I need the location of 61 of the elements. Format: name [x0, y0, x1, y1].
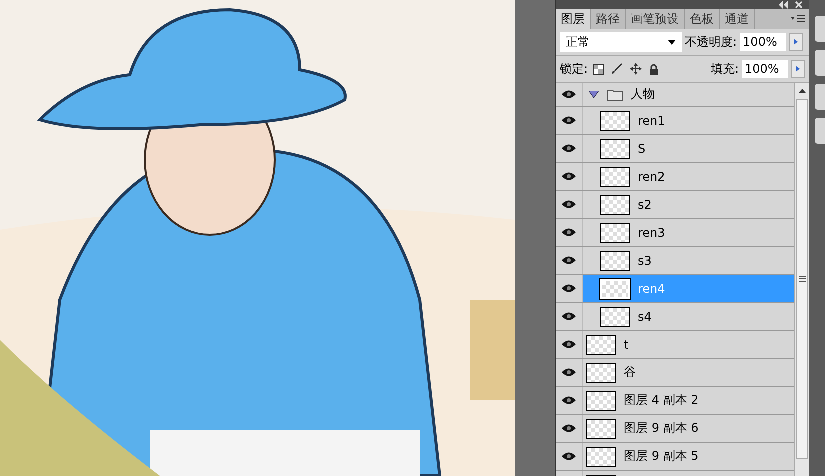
fill-slider-button[interactable]	[791, 60, 805, 78]
arrow-icon	[796, 66, 800, 72]
caret-icon	[668, 40, 676, 44]
layer-row[interactable]: s3	[583, 247, 794, 274]
eye-icon[interactable]	[562, 312, 576, 321]
panel-tab[interactable]: 图层	[556, 9, 591, 29]
eye-icon[interactable]	[562, 144, 576, 153]
layer-row[interactable]: 图层 9 副本 6	[583, 415, 794, 442]
eye-icon[interactable]	[562, 452, 576, 461]
layer-thumbnail	[600, 222, 630, 242]
opacity-label: 不透明度:	[685, 34, 738, 50]
layer-row[interactable]: t	[583, 331, 794, 358]
layer-row[interactable]: 图层 4 副本 2	[583, 387, 794, 414]
layer-row[interactable]: 谷	[583, 359, 794, 386]
layer-thumbnail	[600, 110, 630, 130]
eye-icon[interactable]	[562, 424, 576, 433]
layer-row[interactable]: s2	[583, 191, 794, 218]
eye-icon[interactable]	[562, 340, 576, 349]
layer-thumbnail	[600, 250, 630, 270]
layer-thumbnail	[600, 138, 630, 158]
arrow-icon	[794, 39, 798, 45]
layer-thumbnail	[586, 390, 616, 410]
close-icon[interactable]	[795, 0, 803, 8]
layer-row[interactable]: 人物	[583, 83, 794, 106]
layer-row[interactable]: ren1	[583, 107, 794, 134]
lock-transparency-icon[interactable]	[593, 64, 604, 74]
eye-icon[interactable]	[562, 200, 576, 209]
layer-row[interactable]: S	[583, 135, 794, 162]
opacity-field[interactable]: 100%	[740, 33, 786, 51]
blend-mode-dropdown[interactable]: 正常	[560, 32, 682, 52]
layer-thumbnail	[600, 194, 630, 214]
folder-icon	[607, 88, 623, 100]
grip-icon	[798, 276, 806, 282]
brush-icon[interactable]	[611, 63, 624, 75]
eye-icon[interactable]	[562, 368, 576, 377]
layer-thumbnail	[586, 334, 616, 354]
layer-row[interactable]: s4	[583, 303, 794, 330]
layer-row[interactable]: ren2	[583, 163, 794, 190]
fill-label: 填充:	[710, 60, 739, 78]
layer-thumbnail	[586, 446, 616, 466]
scroll-up-icon[interactable]	[798, 89, 806, 93]
layer-thumbnail	[600, 166, 630, 186]
move-icon[interactable]	[630, 63, 642, 75]
layer-thumbnail	[600, 278, 630, 298]
fill-field[interactable]: 100%	[742, 60, 788, 78]
expand-triangle-icon[interactable]	[589, 91, 599, 98]
lock-label: 锁定:	[560, 60, 588, 78]
lock-icon[interactable]	[649, 64, 660, 74]
layer-row[interactable]: 图层 9 副本 5	[583, 443, 794, 470]
eye-icon[interactable]	[562, 256, 576, 265]
eye-icon[interactable]	[562, 172, 576, 181]
layer-thumbnail	[600, 306, 630, 326]
eye-icon[interactable]	[562, 116, 576, 125]
eye-icon[interactable]	[562, 228, 576, 237]
eye-icon[interactable]	[562, 396, 576, 405]
layer-row[interactable]: ren3	[583, 219, 794, 246]
eye-icon[interactable]	[562, 90, 576, 99]
layer-thumbnail	[586, 362, 616, 382]
eye-icon[interactable]	[562, 284, 576, 293]
layer-thumbnail	[586, 418, 616, 438]
opacity-slider-button[interactable]	[789, 33, 804, 51]
